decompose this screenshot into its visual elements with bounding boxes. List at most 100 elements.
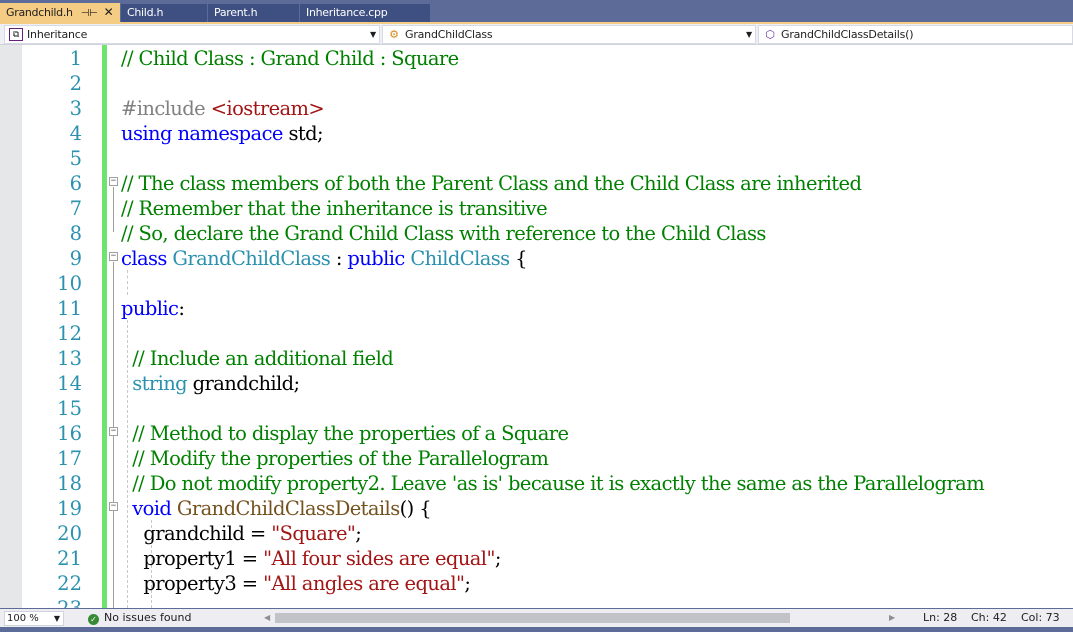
line-number: 1	[69, 47, 82, 70]
code-line[interactable]: 6 // The class members of both the Parent…	[0, 171, 1073, 196]
scope-dropdown[interactable]: ⚙ GrandChildClass ▼	[382, 25, 756, 44]
code-token: // So, declare the Grand Child Class wit…	[121, 222, 766, 245]
editor-status-bar: 100 % ▼ ✓ No issues found ◀ ▶ Ln: 28 Ch: …	[0, 609, 1073, 627]
code-token: grandchild =	[121, 522, 272, 545]
zoom-dropdown[interactable]: 100 % ▼	[4, 611, 64, 626]
tab-parent-h[interactable]: Parent.h	[208, 4, 299, 22]
line-position: Ln: 28	[923, 611, 958, 624]
line-number: 22	[57, 572, 82, 595]
code-text: // Modify the properties of the Parallel…	[121, 446, 549, 471]
code-text: class GrandChildClass : public ChildClas…	[121, 246, 528, 271]
line-number: 17	[57, 447, 82, 470]
member-label: GrandChildClassDetails()	[781, 28, 914, 41]
code-line[interactable]: 10	[0, 271, 1073, 296]
code-line[interactable]: 21 property1 = "All four sides are equal…	[0, 546, 1073, 571]
code-text: // Child Class : Grand Child : Square	[121, 46, 459, 71]
line-number: 10	[57, 272, 82, 295]
code-line[interactable]: 18 // Do not modify property2. Leave 'as…	[0, 471, 1073, 496]
code-token: ChildClass	[410, 247, 510, 270]
code-token: "All angles are equal"	[263, 572, 465, 595]
scroll-left-icon[interactable]: ◀	[264, 609, 270, 627]
code-text: grandchild = "Square";	[121, 521, 361, 546]
code-token: #include	[121, 97, 211, 120]
class-icon: ⚙	[389, 28, 399, 41]
issues-indicator[interactable]: ✓ No issues found	[88, 609, 191, 627]
code-text: #include <iostream>	[121, 96, 325, 121]
code-text: property3 = "All angles are equal";	[121, 571, 471, 596]
chevron-down-icon[interactable]: ▼	[370, 26, 376, 43]
code-token: ;	[355, 522, 362, 545]
code-line[interactable]: 4 using namespace std;	[0, 121, 1073, 146]
project-dropdown[interactable]: ⧉ Inheritance ▼	[4, 25, 380, 44]
code-line[interactable]: 9 class GrandChildClass : public ChildCla…	[0, 246, 1073, 271]
tab-label: Child.h	[127, 6, 164, 19]
document-tab-bar: Grandchild.h ⊣⊢ ✕ Child.h Parent.h Inherit…	[0, 0, 1073, 22]
code-line[interactable]: 17 // Modify the properties of the Paral…	[0, 446, 1073, 471]
pin-icon[interactable]: ⊣⊢	[81, 5, 98, 23]
code-line[interactable]: 3 #include <iostream>	[0, 96, 1073, 121]
code-line[interactable]: 23	[0, 596, 1073, 608]
tab-child-h[interactable]: Child.h	[121, 4, 207, 22]
line-number: 9	[69, 247, 82, 270]
chevron-down-icon[interactable]: ▼	[54, 612, 60, 625]
line-number: 4	[69, 122, 82, 145]
tab-label: Parent.h	[214, 6, 258, 19]
code-text: // Remember that the inheritance is tran…	[121, 196, 548, 221]
horizontal-scrollbar-thumb[interactable]	[275, 613, 790, 623]
code-line[interactable]: 19 void GrandChildClassDetails() {	[0, 496, 1073, 521]
line-number: 16	[57, 422, 82, 445]
code-line[interactable]: 1 // Child Class : Grand Child : Square	[0, 46, 1073, 71]
code-token: () {	[399, 497, 432, 520]
code-line[interactable]: 7 // Remember that the inheritance is tra…	[0, 196, 1073, 221]
code-line[interactable]: 14 string grandchild;	[0, 371, 1073, 396]
code-line[interactable]: 5	[0, 146, 1073, 171]
code-token: grandchild;	[187, 372, 300, 395]
code-line[interactable]: 16 // Method to display the properties o…	[0, 421, 1073, 446]
code-line[interactable]: 13 // Include an additional field	[0, 346, 1073, 371]
scope-label: GrandChildClass	[405, 28, 493, 41]
line-number: 11	[57, 297, 82, 320]
code-token: {	[509, 247, 527, 270]
tab-label: Grandchild.h	[6, 6, 73, 19]
code-text: // So, declare the Grand Child Class wit…	[121, 221, 766, 246]
line-number: 15	[57, 397, 82, 420]
tab-grandchild-h[interactable]: Grandchild.h ⊣⊢ ✕	[0, 3, 120, 22]
code-token: void	[132, 497, 177, 520]
code-line[interactable]: 11 public:	[0, 296, 1073, 321]
scroll-right-icon[interactable]: ▶	[889, 609, 895, 627]
code-token: "Square"	[271, 522, 356, 545]
tab-label: Inheritance.cpp	[306, 6, 388, 19]
code-line[interactable]: 22 property3 = "All angles are equal";	[0, 571, 1073, 596]
close-icon[interactable]: ✕	[104, 3, 114, 21]
line-number: 13	[57, 347, 82, 370]
code-line[interactable]: 12	[0, 321, 1073, 346]
code-text: // Include an additional field	[121, 346, 394, 371]
code-text: public:	[121, 296, 185, 321]
code-token: ;	[494, 547, 502, 570]
code-token: public	[347, 247, 411, 270]
member-dropdown[interactable]: ⬡ GrandChildClassDetails()	[758, 25, 1073, 44]
code-token: GrandChildClassDetails	[176, 497, 400, 520]
code-line[interactable]: 8 // So, declare the Grand Child Class wi…	[0, 221, 1073, 246]
code-line[interactable]: 20 grandchild = "Square";	[0, 521, 1073, 546]
project-icon: ⧉	[9, 28, 23, 41]
code-token: std;	[288, 122, 323, 145]
line-number: 6	[69, 172, 82, 195]
code-token: property3 =	[121, 572, 264, 595]
tab-inheritance-cpp[interactable]: Inheritance.cpp	[300, 4, 430, 22]
code-token: // The class members of both the Parent …	[121, 172, 862, 195]
line-number: 5	[69, 147, 82, 170]
code-line[interactable]: 15	[0, 396, 1073, 421]
code-editor[interactable]: − − − − 1// Child Class : Grand Child : …	[0, 45, 1073, 608]
code-text: // Method to display the properties of a…	[121, 421, 569, 446]
zoom-level: 100 %	[7, 613, 39, 624]
code-line[interactable]: 2	[0, 71, 1073, 96]
line-number: 3	[69, 97, 82, 120]
line-number: 7	[69, 197, 82, 220]
code-text: void GrandChildClassDetails() {	[121, 496, 431, 521]
code-token: public	[121, 297, 179, 320]
code-token: // Modify the properties of the Parallel…	[121, 447, 549, 470]
chevron-down-icon[interactable]: ▼	[746, 26, 752, 43]
code-token: string	[132, 372, 188, 395]
